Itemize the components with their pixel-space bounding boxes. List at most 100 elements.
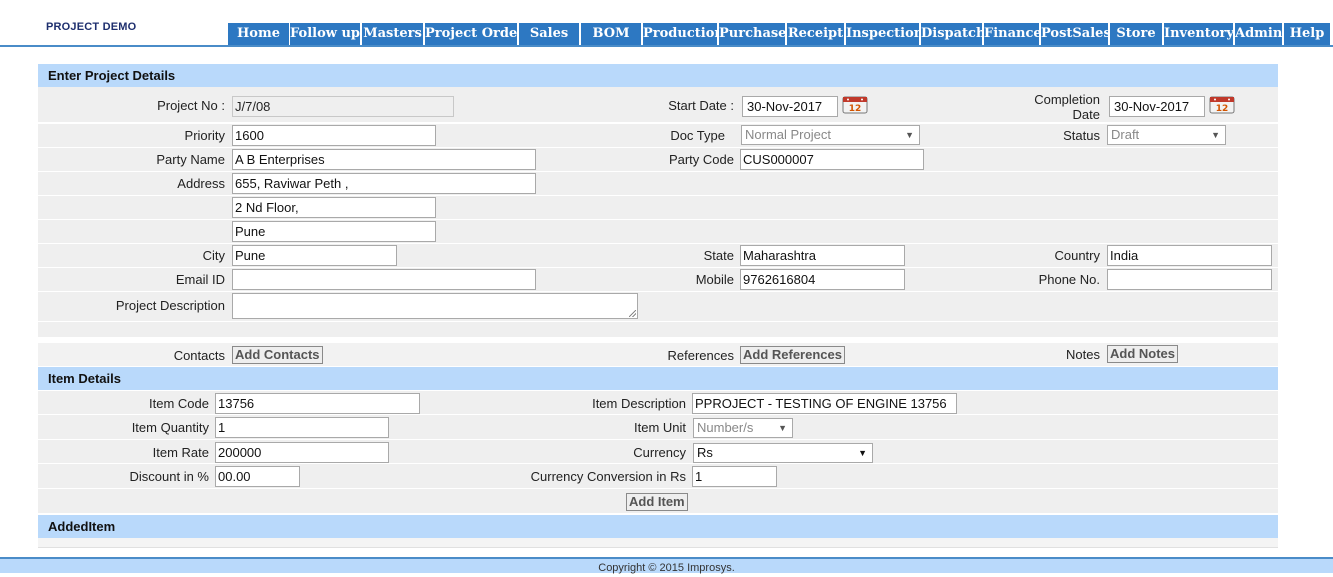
nav-finance[interactable]: Finance <box>984 23 1039 45</box>
dropdown-arrow-icon: ▼ <box>858 448 867 458</box>
form-row: Item Rate 200000 Currency Rs ▼ <box>38 440 1278 464</box>
nav-sales[interactable]: Sales <box>519 23 579 45</box>
item-section-title: Item Details <box>38 367 1278 390</box>
added-item-section-title: AddedItem <box>38 515 1278 538</box>
nav-bom[interactable]: BOM <box>581 23 641 45</box>
form-row: 2 Nd Floor, <box>38 196 1278 220</box>
mobile-label: Mobile <box>695 272 734 287</box>
city-field[interactable]: Pune <box>232 245 397 266</box>
form-row: Item Quantity 1 Item Unit Number/s ▼ <box>38 415 1278 440</box>
form-row: Discount in % 00.00 Currency Conversion … <box>38 464 1278 489</box>
mobile-field[interactable]: 9762616804 <box>740 269 905 290</box>
form-row: Pune <box>38 220 1278 244</box>
resize-grip-icon[interactable] <box>629 310 636 317</box>
address-line1-field[interactable]: 655, Raviwar Peth , <box>232 173 536 194</box>
phone-field[interactable] <box>1107 269 1272 290</box>
status-value: Draft <box>1111 127 1140 142</box>
start-date-label: Start Date : <box>668 98 734 113</box>
item-code-field[interactable]: 13756 <box>215 393 420 414</box>
party-name-label: Party Name <box>156 152 225 167</box>
svg-text:12: 12 <box>1216 104 1229 114</box>
nav-production[interactable]: Production <box>643 23 717 45</box>
calendar-icon[interactable]: 12 <box>1209 95 1235 114</box>
nav-inspection[interactable]: Inspection <box>846 23 919 45</box>
nav-receipt[interactable]: Receipt <box>787 23 844 45</box>
svg-text:12: 12 <box>849 104 862 114</box>
calendar-icon[interactable]: 12 <box>842 95 868 114</box>
item-description-field[interactable]: PPROJECT - TESTING OF ENGINE 13756 <box>692 393 957 414</box>
form-row: Party Name A B Enterprises Party Code CU… <box>38 148 1278 172</box>
item-quantity-field[interactable]: 1 <box>215 417 389 438</box>
priority-field[interactable]: 1600 <box>232 125 436 146</box>
city-label: City <box>202 248 225 263</box>
email-field[interactable] <box>232 269 536 290</box>
description-label: Project Description <box>115 298 225 313</box>
form-row: Item Code 13756 Item Description PPROJEC… <box>38 391 1278 415</box>
discount-field[interactable]: 00.00 <box>215 466 300 487</box>
nav-project-order[interactable]: Project Order <box>425 23 517 45</box>
phone-label: Phone No. <box>1038 272 1100 287</box>
form-row: Project No : J/7/08 Start Date : 30-Nov-… <box>38 87 1278 123</box>
references-label: References <box>667 348 734 363</box>
completion-date-label: Completion Date <box>998 92 1100 122</box>
currency-select[interactable]: Rs ▼ <box>693 443 873 463</box>
completion-date-field[interactable]: 30-Nov-2017 <box>1109 96 1205 117</box>
email-label: Email ID <box>175 272 225 287</box>
nav-inventory[interactable]: Inventory <box>1164 23 1233 45</box>
state-label: State <box>703 248 734 263</box>
form-row: City Pune State Maharashtra Country Indi… <box>38 244 1278 268</box>
item-unit-select[interactable]: Number/s ▼ <box>693 418 793 438</box>
completion-label-line2: Date <box>1072 107 1100 122</box>
currency-value: Rs <box>697 445 713 460</box>
doc-type-label: Doc Type <box>670 128 725 143</box>
status-select[interactable]: Draft ▼ <box>1107 125 1226 145</box>
add-item-button[interactable]: Add Item <box>626 493 688 511</box>
description-textarea[interactable] <box>232 293 638 319</box>
currency-conversion-field[interactable]: 1 <box>692 466 777 487</box>
item-unit-label: Item Unit <box>633 420 686 435</box>
add-references-button[interactable]: Add References <box>740 346 845 364</box>
added-item-list <box>38 538 1278 548</box>
form-row: Contacts Add Contacts References Add Ref… <box>38 343 1278 367</box>
nav-home[interactable]: Home <box>228 23 289 45</box>
party-code-field[interactable]: CUS000007 <box>740 149 924 170</box>
state-field[interactable]: Maharashtra <box>740 245 905 266</box>
project-section-title: Enter Project Details <box>38 64 1278 87</box>
start-date-field[interactable]: 30-Nov-2017 <box>742 96 838 117</box>
form-row: Address 655, Raviwar Peth , <box>38 172 1278 196</box>
form-row: Priority 1600 Doc Type Normal Project ▼ … <box>38 124 1278 148</box>
notes-label: Notes <box>1066 347 1100 362</box>
app-brand: PROJECT DEMO <box>46 21 137 33</box>
nav-purchase[interactable]: Purchase <box>719 23 785 45</box>
nav-postsales[interactable]: PostSales <box>1041 23 1108 45</box>
dropdown-arrow-icon: ▼ <box>905 130 914 140</box>
party-name-field[interactable]: A B Enterprises <box>232 149 536 170</box>
add-contacts-button[interactable]: Add Contacts <box>232 346 323 364</box>
nav-masters[interactable]: Masters <box>362 23 423 45</box>
country-field[interactable]: India <box>1107 245 1272 266</box>
form-row-spacer <box>38 322 1278 338</box>
doc-type-select[interactable]: Normal Project ▼ <box>741 125 920 145</box>
dropdown-arrow-icon: ▼ <box>1211 130 1220 140</box>
add-notes-button[interactable]: Add Notes <box>1107 345 1178 363</box>
currency-label: Currency <box>633 445 686 460</box>
nav-dispatch[interactable]: Dispatch <box>921 23 982 45</box>
item-quantity-label: Item Quantity <box>131 420 209 435</box>
discount-label: Discount in % <box>129 469 209 484</box>
form-row: Add Item <box>38 489 1278 514</box>
address-line3-field[interactable]: Pune <box>232 221 436 242</box>
item-unit-value: Number/s <box>697 420 754 435</box>
priority-label: Priority <box>184 128 225 143</box>
item-description-label: Item Description <box>592 396 686 411</box>
footer: Copyright © 2015 Improsys. <box>0 557 1333 574</box>
nav-store[interactable]: Store <box>1110 23 1162 45</box>
address-line2-field[interactable]: 2 Nd Floor, <box>232 197 436 218</box>
nav-admin[interactable]: Admin <box>1235 23 1282 45</box>
nav-follow-up[interactable]: Follow up <box>290 23 360 45</box>
completion-label-line1: Completion <box>1034 92 1100 107</box>
country-label: Country <box>1054 248 1100 263</box>
item-rate-label: Item Rate <box>152 445 209 460</box>
nav-help[interactable]: Help <box>1284 23 1330 45</box>
item-rate-field[interactable]: 200000 <box>215 442 389 463</box>
doc-type-value: Normal Project <box>745 127 831 142</box>
